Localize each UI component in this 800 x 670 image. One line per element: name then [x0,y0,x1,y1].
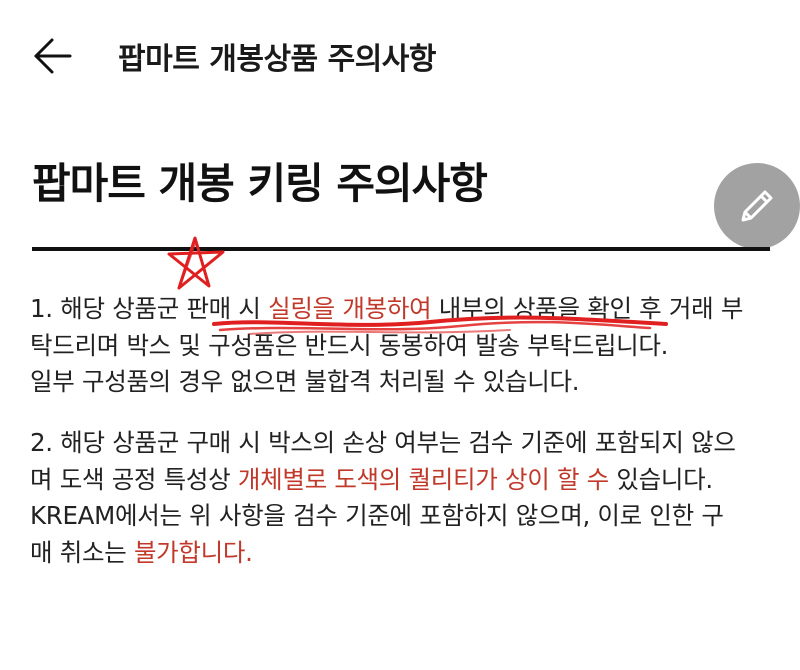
page-title: 팝마트 개봉상품 주의사항 [118,42,437,77]
hand-drawn-scribble [212,315,668,335]
text-span: 며 도색 공정 특성상 [30,464,238,494]
back-button[interactable] [30,34,74,78]
edit-button[interactable] [714,163,800,249]
hand-drawn-star [167,236,225,290]
notice-paragraph-2: 2. 해당 상품군 구매 시 박스의 손상 여부는 검수 기준에 포함되지 않으… [30,425,770,571]
paragraph-2-line-1: 2. 해당 상품군 구매 시 박스의 손상 여부는 검수 기준에 포함되지 않으 [30,428,736,457]
highlight-text: 불가합니다. [133,537,253,567]
notice-paragraph-1: 1. 해당 상품군 판매 시 실링을 개봉하여 내부의 상품을 확인 후 거래 … [30,291,770,401]
title-divider [32,247,770,251]
page: 팝마트 개봉상품 주의사항 팝마트 개봉 키링 주의사항 1. 해당 상품군 판… [0,0,800,670]
text-span: 매 취소는 [30,537,134,567]
paragraph-2-line-2: 며 도색 공정 특성상 개체별로 도색의 퀄리티가 상이 할 수 있습니다. [30,462,770,499]
arrow-left-icon [34,38,72,74]
document-title: 팝마트 개봉 키링 주의사항 [32,159,488,208]
top-app-bar: 팝마트 개봉상품 주의사항 [0,0,800,110]
paragraph-1-line-3: 일부 구성품의 경우 없으면 불합격 처리될 수 있습니다. [30,367,580,396]
text-span: 있습니다. [608,464,713,494]
pencil-icon [741,190,773,222]
paragraph-2-line-4: 매 취소는 불가합니다. [30,535,770,572]
paragraph-2-line-3: KREAM에서는 위 사항을 검수 기준에 포함하지 않으며, 이로 인한 구 [30,501,724,530]
highlight-text: 개체별로 도색의 퀄리티가 상이 할 수 [237,464,609,494]
